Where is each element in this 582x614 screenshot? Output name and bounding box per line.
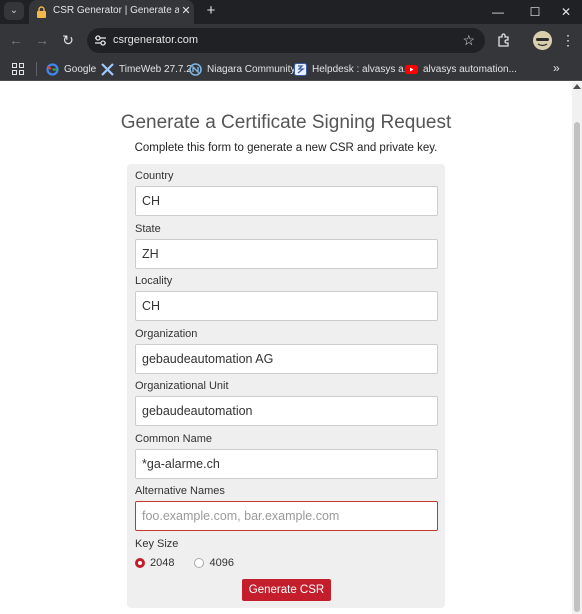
browser-tab[interactable]: CSR Generator | Generate a Cer ✕ [29, 0, 194, 24]
common-name-label: Common Name [135, 433, 213, 445]
key-size-2048-radio[interactable] [135, 558, 145, 568]
maximize-icon[interactable]: ☐ [518, 0, 552, 24]
key-size-options: 2048 4096 [135, 557, 234, 569]
locality-label: Locality [135, 275, 173, 287]
generate-csr-button[interactable]: Generate CSR [242, 579, 331, 601]
timeweb-icon [101, 62, 114, 76]
browser-toolbar: ← → ↻ csrgenerator.com ☆ ⋮ [0, 24, 582, 57]
scroll-thumb[interactable] [574, 122, 580, 612]
org-unit-input[interactable] [135, 396, 438, 426]
google-icon [46, 62, 59, 76]
country-input[interactable] [135, 186, 438, 216]
state-input[interactable] [135, 239, 438, 269]
alt-names-input[interactable] [135, 501, 438, 531]
organization-label: Organization [135, 328, 198, 340]
bookmark-label: Niagara Community [207, 63, 296, 75]
browser-menu-icon[interactable]: ⋮ [561, 31, 575, 50]
locality-input[interactable] [135, 291, 438, 321]
profile-avatar[interactable] [533, 31, 552, 50]
avatar-icon [533, 31, 552, 50]
organization-input[interactable] [135, 344, 438, 374]
bookmark-google[interactable]: Google [46, 61, 96, 77]
country-label: Country [135, 170, 174, 182]
key-size-4096-label[interactable]: 4096 [209, 557, 233, 569]
org-unit-label: Organizational Unit [135, 380, 229, 392]
bookmark-label: TimeWeb 27.7.2 [119, 63, 192, 75]
window-close-icon[interactable]: ✕ [549, 0, 582, 24]
tab-title: CSR Generator | Generate a Cer [53, 5, 179, 16]
page-subtitle: Complete this form to generate a new CSR… [134, 142, 438, 154]
youtube-icon [405, 63, 418, 76]
minimize-icon[interactable]: — [481, 0, 515, 24]
key-size-2048-label[interactable]: 2048 [150, 557, 174, 569]
address-bar[interactable]: csrgenerator.com ☆ [87, 28, 485, 53]
common-name-input[interactable] [135, 449, 438, 479]
browser-titlebar: ⌄ CSR Generator | Generate a Cer ✕ + — ☐… [0, 0, 582, 24]
bookmarks-bar: Google TimeWeb 27.7.2 Niagara Community … [0, 57, 582, 81]
bookmark-star-icon[interactable]: ☆ [462, 32, 475, 49]
scroll-up-icon[interactable] [573, 84, 581, 89]
key-size-label: Key Size [135, 538, 179, 550]
bookmark-timeweb[interactable]: TimeWeb 27.7.2 [101, 61, 192, 77]
helpdesk-icon [294, 62, 307, 76]
bookmarks-divider [36, 62, 37, 76]
bookmark-label: Helpdesk : alvasys a... [312, 63, 413, 75]
bookmark-youtube[interactable]: alvasys automation... [405, 61, 517, 77]
csr-form: Country State Locality Organization Orga… [127, 164, 445, 608]
state-label: State [135, 223, 161, 235]
scrollbar[interactable] [572, 82, 582, 614]
alt-names-label: Alternative Names [135, 485, 225, 497]
key-size-4096-radio[interactable] [194, 558, 205, 568]
apps-grid-icon[interactable] [12, 63, 24, 75]
more-bookmarks-icon[interactable]: » [553, 61, 560, 75]
extensions-icon[interactable] [496, 32, 512, 48]
back-icon[interactable]: ← [6, 30, 26, 50]
niagara-icon [189, 62, 202, 76]
site-settings-icon[interactable] [94, 34, 107, 47]
tab-close-icon[interactable]: ✕ [179, 4, 193, 18]
reload-icon[interactable]: ↻ [58, 30, 78, 50]
lock-icon [37, 6, 46, 18]
bookmark-niagara[interactable]: Niagara Community [189, 61, 295, 77]
new-tab-icon[interactable]: + [202, 2, 220, 20]
bookmark-label: alvasys automation... [423, 63, 517, 75]
bookmark-label: Google [64, 63, 97, 75]
forward-icon[interactable]: → [32, 30, 52, 50]
bookmark-helpdesk[interactable]: Helpdesk : alvasys a... [294, 61, 412, 77]
tab-search-chevron-icon[interactable]: ⌄ [4, 2, 24, 20]
url-text[interactable]: csrgenerator.com [113, 34, 198, 46]
page-title: Generate a Certificate Signing Request [120, 112, 452, 133]
